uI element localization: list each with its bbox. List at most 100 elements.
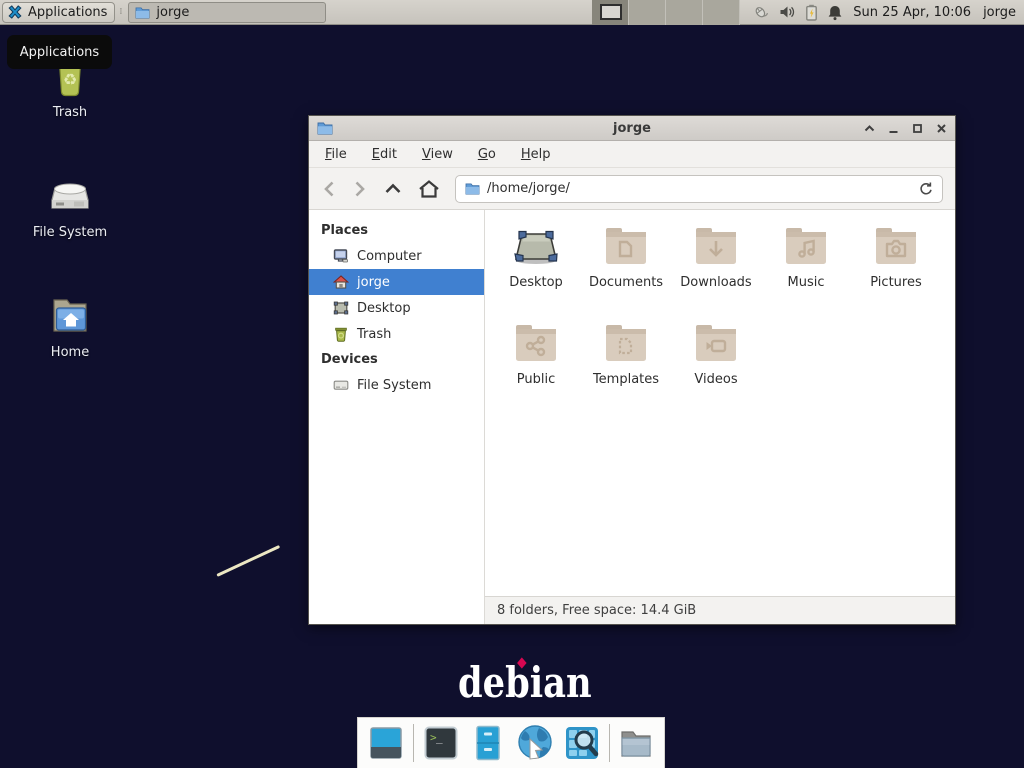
share-icon	[512, 319, 560, 367]
folder-item-downloads[interactable]: Downloads	[671, 222, 761, 319]
window-titlebar[interactable]: jorge	[309, 116, 955, 141]
folder-item-public[interactable]: Public	[491, 319, 581, 416]
home-folder-icon	[47, 292, 93, 340]
battery-charging-icon[interactable]	[805, 4, 818, 21]
mouse-icon[interactable]	[752, 4, 770, 21]
sidebar-item-label: File System	[357, 378, 431, 393]
folder-icon	[465, 182, 480, 195]
desktop-special-icon	[512, 222, 560, 270]
reload-button[interactable]	[918, 181, 933, 196]
svg-text:♻: ♻	[63, 70, 77, 89]
folder-item-templates[interactable]: Templates	[581, 319, 671, 416]
folder-item-desktop[interactable]: Desktop	[491, 222, 581, 319]
path-bar-input[interactable]: /home/jorge/	[455, 175, 943, 203]
computer-icon	[333, 248, 349, 264]
window-body: Places Computer jorge	[309, 210, 955, 624]
sidebar-item-label: Desktop	[357, 301, 411, 316]
folder-icon[interactable]	[616, 723, 656, 763]
desktop-icon-label: File System	[33, 225, 107, 240]
folder-icon	[135, 6, 150, 19]
menu-edit[interactable]: Edit	[372, 147, 397, 162]
window-controls	[864, 123, 947, 134]
sidebar-item-file-system[interactable]: File System	[309, 372, 484, 398]
workspace-4[interactable]	[703, 0, 740, 25]
sidebar-item-computer[interactable]: Computer	[309, 243, 484, 269]
folder-label: Public	[517, 372, 555, 387]
menu-view[interactable]: View	[422, 147, 453, 162]
applications-menu-label: Applications	[28, 5, 107, 20]
close-button[interactable]	[936, 123, 947, 134]
desktop-icon	[333, 300, 349, 316]
sidebar-places-header: Places	[309, 218, 484, 243]
folder-item-pictures[interactable]: Pictures	[851, 222, 941, 319]
workspace-1[interactable]	[592, 0, 629, 25]
folder-label: Videos	[694, 372, 737, 387]
camera-icon	[872, 222, 920, 270]
sidebar-item-jorge[interactable]: jorge	[309, 269, 484, 295]
volume-icon[interactable]	[779, 4, 796, 20]
up-button[interactable]	[383, 179, 403, 199]
minimize-button[interactable]	[888, 123, 899, 134]
terminal-icon[interactable]: >_	[421, 723, 461, 763]
folder-item-videos[interactable]: Videos	[671, 319, 761, 416]
sidebar-item-desktop[interactable]: Desktop	[309, 295, 484, 321]
desktop-icon-file-system[interactable]: File System	[20, 172, 120, 240]
sidebar: Places Computer jorge	[309, 210, 485, 624]
menu-help[interactable]: Help	[521, 147, 551, 162]
notifications-icon[interactable]	[827, 4, 843, 21]
home-icon	[333, 274, 349, 290]
applications-menu-button[interactable]: Applications	[2, 2, 115, 23]
back-button[interactable]	[321, 179, 337, 199]
menu-go[interactable]: Go	[478, 147, 496, 162]
shade-button[interactable]	[864, 123, 875, 134]
video-camera-icon	[692, 319, 740, 367]
window-title: jorge	[309, 121, 955, 136]
maximize-button[interactable]	[912, 123, 923, 134]
desktop-screen: Applications ⁞ jorge	[0, 0, 1024, 768]
pointer-trail-line	[216, 545, 280, 577]
sidebar-devices-header: Devices	[309, 347, 484, 372]
workspace-2[interactable]	[629, 0, 666, 25]
desktop-icon-label: Home	[51, 345, 89, 360]
show-desktop-icon[interactable]	[366, 723, 406, 763]
top-panel: Applications ⁞ jorge	[0, 0, 1024, 25]
path-bar-value: /home/jorge/	[487, 181, 570, 196]
app-finder-icon[interactable]	[562, 723, 602, 763]
folder-label: Desktop	[509, 275, 563, 290]
menubar: File Edit View Go Help	[309, 141, 955, 168]
music-notes-icon	[782, 222, 830, 270]
debian-logo-text: debian	[458, 658, 592, 707]
file-manager-window: jorge File Edit View Go Help	[308, 115, 956, 625]
template-document-icon	[602, 319, 650, 367]
tooltip-text: Applications	[20, 45, 99, 60]
web-browser-icon[interactable]	[515, 723, 555, 763]
folder-item-music[interactable]: Music	[761, 222, 851, 319]
home-button[interactable]	[418, 179, 440, 199]
taskbar-window-label: jorge	[156, 5, 189, 20]
dock-separator	[609, 724, 610, 762]
file-manager-icon[interactable]	[468, 723, 508, 763]
workspace-3[interactable]	[666, 0, 703, 25]
forward-button[interactable]	[352, 179, 368, 199]
sidebar-item-label: Trash	[357, 327, 391, 342]
taskbar-window-button[interactable]: jorge	[128, 2, 326, 23]
statusbar-text: 8 folders, Free space: 14.4 GiB	[497, 603, 696, 618]
dock: >_	[357, 717, 665, 768]
svg-text:_: _	[436, 731, 443, 744]
folder-view[interactable]: Desktop Documents Downloads	[485, 210, 955, 596]
menu-file[interactable]: File	[325, 147, 347, 162]
xfce-applications-icon	[7, 4, 23, 20]
folder-item-documents[interactable]: Documents	[581, 222, 671, 319]
panel-username[interactable]: jorge	[983, 5, 1016, 20]
desktop-icon-home[interactable]: Home	[20, 292, 120, 360]
drive-icon	[47, 172, 93, 220]
workspace-window-thumbnail	[600, 4, 622, 20]
download-arrow-icon	[692, 222, 740, 270]
sidebar-item-label: Computer	[357, 249, 422, 264]
sidebar-item-trash[interactable]: Trash	[309, 321, 484, 347]
trash-icon	[333, 326, 349, 342]
panel-drag-handle[interactable]: ⁞	[115, 8, 125, 17]
dock-separator	[413, 724, 414, 762]
panel-clock[interactable]: Sun 25 Apr, 10:06	[853, 5, 971, 20]
folder-label: Downloads	[680, 275, 751, 290]
